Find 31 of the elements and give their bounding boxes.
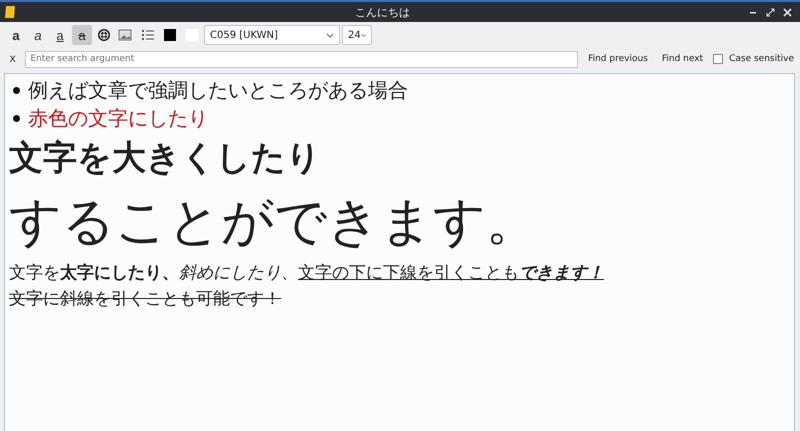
bullet-icon [13, 86, 20, 94]
case-sensitive-checkbox[interactable] [713, 54, 724, 64]
close-search-button[interactable]: X [6, 54, 20, 64]
font-select[interactable]: C059 [UKWN] [204, 25, 340, 45]
chevron-down-icon [326, 32, 334, 38]
search-field[interactable]: Enter search argument [25, 50, 578, 68]
paragraph-text: 文字を太字にしたり、斜めにしたり、文字の下に下線を引くことも できます！ [9, 263, 604, 283]
size-select[interactable]: 24 [342, 25, 372, 45]
strike-button[interactable]: a [72, 25, 92, 45]
list-item-text: 赤色の文字にしたり [28, 105, 208, 132]
app-icon [4, 5, 16, 19]
list-item-text: 例えば文章で強調したいところがある場合 [28, 77, 408, 104]
italic-button[interactable]: a [28, 25, 48, 45]
window-title: こんにちは [354, 4, 411, 20]
find-previous-button[interactable]: Find previous [584, 54, 652, 64]
globe-icon [97, 28, 111, 42]
list-icon [142, 29, 154, 41]
document-area[interactable]: 例えば文章で強調したいところがある場合 赤色の文字にしたり 文字を大きくしたり することができます。 文字を太字にしたり、斜めにしたり、文字の下に下線を引くことも できます！ 文字に斜線を引くことも可能です！ [4, 73, 795, 431]
maximize-icon[interactable] [766, 8, 775, 16]
chevron-down-icon [360, 32, 366, 38]
find-next-button[interactable]: Find next [658, 54, 708, 64]
paragraph-text: 文字に斜線を引くことも可能です！ [9, 289, 281, 309]
bullet-icon [13, 114, 20, 122]
color-swatch[interactable] [164, 29, 176, 41]
heading-text: 文字を大きくしたり [9, 137, 322, 180]
bold-button[interactable]: a [6, 25, 26, 45]
checkbox-label: Case sensitive [729, 54, 794, 64]
close-icon[interactable] [783, 8, 792, 16]
large-text: することができます。 [9, 191, 539, 254]
underline-button[interactable]: a [50, 25, 70, 45]
image-icon [118, 29, 134, 41]
